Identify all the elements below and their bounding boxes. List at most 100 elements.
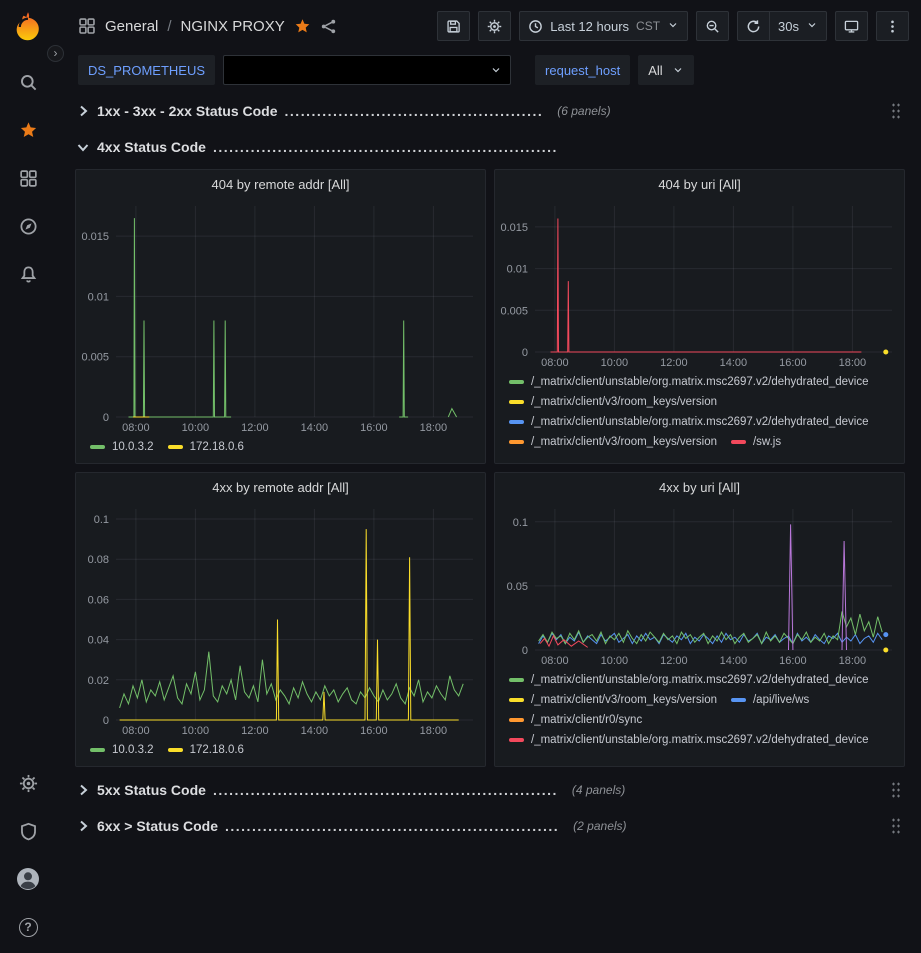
refresh-button[interactable] — [737, 11, 770, 41]
panel-header[interactable]: 404 by uri [All] — [495, 170, 904, 198]
chevron-down-icon — [672, 64, 684, 76]
row-6xx[interactable]: 6xx > Status Code ......................… — [75, 812, 905, 839]
search-icon — [19, 73, 38, 92]
refresh-interval-picker[interactable]: 30s — [770, 11, 827, 41]
row-drag-handle[interactable] — [891, 781, 901, 798]
legend-series-label: /_matrix/client/v3/room_keys/version — [531, 694, 717, 706]
legend-series-marker — [168, 748, 183, 752]
legend-item[interactable]: 172.18.0.6 — [168, 437, 244, 456]
svg-text:08:00: 08:00 — [541, 357, 569, 369]
panel-header[interactable]: 404 by remote addr [All] — [76, 170, 485, 198]
panel-title: 4xx by uri [All] — [659, 480, 740, 495]
request-host-variable-label[interactable]: request_host — [535, 55, 630, 85]
avatar — [16, 867, 40, 891]
dashboard-settings-button[interactable] — [478, 11, 511, 41]
legend-item[interactable]: /_matrix/client/unstable/org.matrix.msc2… — [509, 730, 869, 749]
save-dashboard-button[interactable] — [437, 11, 470, 41]
dashboards-grid-icon — [19, 169, 38, 188]
main-area: General / NGINX PROXY L — [56, 0, 921, 953]
timeseries-chart[interactable]: 08:0010:0012:0014:0016:0018:0000.0050.01… — [495, 198, 904, 370]
legend-series-label: 10.0.3.2 — [112, 441, 154, 453]
legend-series-marker — [509, 420, 524, 424]
help-button[interactable]: ? — [8, 907, 48, 947]
legend-item[interactable]: /_matrix/client/v3/room_keys/version — [509, 690, 717, 709]
shield-icon — [19, 822, 38, 841]
row-drag-handle[interactable] — [891, 102, 901, 119]
share-dashboard-button[interactable] — [320, 18, 337, 35]
more-options-button[interactable] — [876, 11, 909, 41]
row-drag-handle[interactable] — [891, 817, 901, 834]
legend-series-marker — [731, 440, 746, 444]
breadcrumb-section[interactable]: General — [105, 18, 158, 35]
legend-series-label: /_matrix/client/r0/sync — [531, 714, 642, 726]
panel-header[interactable]: 4xx by uri [All] — [495, 473, 904, 501]
panel-header[interactable]: 4xx by remote addr [All] — [76, 473, 485, 501]
legend-series-label: /api/live/ws — [753, 694, 809, 706]
legend-item[interactable]: /_matrix/client/v3/room_keys/version — [509, 392, 717, 411]
svg-text:12:00: 12:00 — [241, 422, 269, 434]
timeseries-chart[interactable]: 08:0010:0012:0014:0016:0018:0000.0050.01… — [76, 198, 485, 435]
legend-item[interactable]: /_matrix/client/v3/room_keys/version — [509, 432, 717, 451]
server-admin-settings-button[interactable] — [8, 763, 48, 803]
row-panel-count: (6 panels) — [557, 104, 610, 118]
admin-button[interactable] — [8, 811, 48, 851]
svg-text:0.005: 0.005 — [500, 305, 528, 317]
time-range-picker[interactable]: Last 12 hours CST — [519, 11, 688, 41]
legend-series-label: /_matrix/client/v3/room_keys/version — [531, 396, 717, 408]
favorite-star-button[interactable] — [294, 18, 311, 35]
legend: /_matrix/client/unstable/org.matrix.msc2… — [495, 668, 904, 766]
user-profile-button[interactable] — [8, 859, 48, 899]
alerting-button[interactable] — [8, 254, 48, 294]
dashboard-canvas: 1xx - 3xx - 2xx Status Code ............… — [56, 88, 921, 953]
datasource-variable-label[interactable]: DS_PROMETHEUS — [78, 55, 215, 85]
legend-series-marker — [90, 445, 105, 449]
svg-text:12:00: 12:00 — [241, 725, 269, 737]
timezone-label: CST — [636, 19, 660, 33]
zoom-out-button[interactable] — [696, 11, 729, 41]
star-filled-icon — [294, 18, 311, 35]
clock-icon — [528, 19, 543, 34]
legend-item[interactable]: /_matrix/client/unstable/org.matrix.msc2… — [509, 412, 869, 431]
svg-text:0: 0 — [103, 715, 109, 727]
svg-text:16:00: 16:00 — [779, 655, 807, 667]
row-1xx-3xx-2xx[interactable]: 1xx - 3xx - 2xx Status Code ............… — [75, 97, 905, 124]
legend-item[interactable]: /_matrix/client/unstable/org.matrix.msc2… — [509, 670, 869, 689]
svg-text:0: 0 — [103, 412, 109, 424]
row-4xx[interactable]: 4xx Status Code ........................… — [75, 133, 905, 160]
explore-button[interactable] — [8, 206, 48, 246]
refresh-interval-label: 30s — [778, 19, 799, 34]
tv-mode-button[interactable] — [835, 11, 868, 41]
dashboards-button[interactable] — [8, 158, 48, 198]
grafana-logo[interactable] — [11, 10, 45, 44]
monitor-icon — [844, 19, 859, 34]
svg-text:0.06: 0.06 — [88, 594, 109, 606]
timeseries-chart[interactable]: 08:0010:0012:0014:0016:0018:0000.020.040… — [76, 501, 485, 738]
dashboard-title[interactable]: NGINX PROXY — [181, 18, 285, 35]
legend-item[interactable]: /api/live/ws — [731, 690, 809, 709]
legend-item[interactable]: 10.0.3.2 — [90, 740, 154, 759]
legend-series-label: /_matrix/client/unstable/org.matrix.msc2… — [531, 674, 869, 686]
legend-series-label: 172.18.0.6 — [190, 744, 244, 756]
starred-dashboards-button[interactable] — [8, 110, 48, 150]
svg-text:12:00: 12:00 — [660, 357, 688, 369]
legend-series-marker — [509, 380, 524, 384]
search-button[interactable] — [8, 62, 48, 102]
svg-text:08:00: 08:00 — [122, 725, 150, 737]
legend-item[interactable]: 10.0.3.2 — [90, 437, 154, 456]
chevron-right-icon — [75, 782, 91, 798]
compass-icon — [19, 217, 38, 236]
legend-item[interactable]: /_matrix/client/unstable/org.matrix.msc2… — [509, 372, 869, 391]
sidebar-expand-button[interactable]: › — [47, 45, 64, 62]
legend-item[interactable]: /sw.js — [731, 432, 781, 451]
zoom-out-icon — [705, 19, 720, 34]
legend-series-label: /_matrix/client/unstable/org.matrix.msc2… — [531, 734, 869, 746]
row-5xx[interactable]: 5xx Status Code ........................… — [75, 776, 905, 803]
panel-4xx-by-remote-addr: 4xx by remote addr [All] 08:0010:0012:00… — [75, 472, 486, 767]
legend-series-marker — [509, 718, 524, 722]
legend-item[interactable]: /_matrix/client/r0/sync — [509, 710, 642, 729]
datasource-variable-select[interactable] — [223, 55, 511, 85]
request-host-variable-select[interactable]: All — [638, 55, 693, 85]
legend-item[interactable]: 172.18.0.6 — [168, 740, 244, 759]
timeseries-chart[interactable]: 08:0010:0012:0014:0016:0018:0000.050.1 — [495, 501, 904, 668]
chevron-right-icon — [75, 103, 91, 119]
